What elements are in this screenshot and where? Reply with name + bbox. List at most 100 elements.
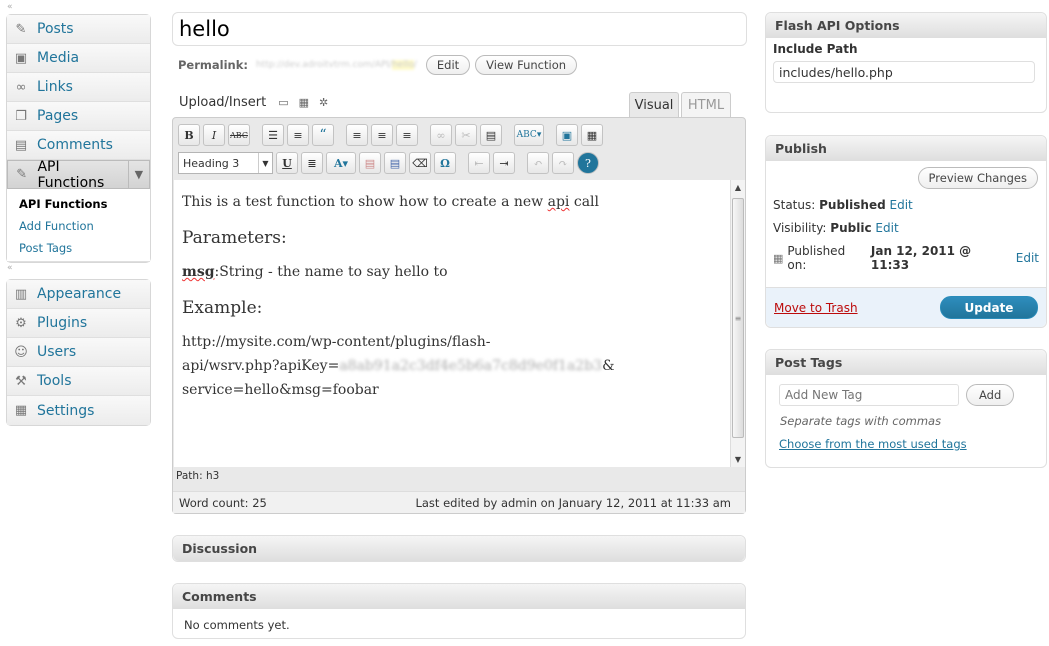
menu-item-comments[interactable]: ▤ Comments xyxy=(7,131,150,160)
comments-title[interactable]: Comments xyxy=(173,584,745,609)
menu-item-media[interactable]: ▣ Media xyxy=(7,44,150,73)
editor-scrollbar[interactable]: ▲ ≡ ▼ xyxy=(730,180,745,467)
menu-item-pages[interactable]: ❐ Pages xyxy=(7,102,150,131)
submenu-toggle-icon[interactable]: ▼ xyxy=(127,161,149,188)
help-icon[interactable]: ? xyxy=(577,152,599,174)
blockquote-icon[interactable]: “ xyxy=(312,124,334,146)
post-tags-title[interactable]: Post Tags xyxy=(766,350,1046,375)
submenu-api-functions: API Functions Add Function Post Tags xyxy=(7,189,150,262)
choose-tags-link[interactable]: Choose from the most used tags xyxy=(766,428,1046,451)
view-function-button[interactable]: View Function xyxy=(475,55,578,75)
submenu-item-add-function[interactable]: Add Function xyxy=(7,215,150,237)
edit-permalink-button[interactable]: Edit xyxy=(425,55,471,75)
add-tag-input[interactable] xyxy=(779,384,959,406)
discussion-title[interactable]: Discussion xyxy=(173,536,745,561)
undo-icon[interactable]: ↶ xyxy=(527,152,549,174)
strikethrough-icon[interactable]: ABC xyxy=(228,124,250,146)
permalink-url[interactable]: http://dev.adroitvtrm.com/API/hello/ xyxy=(256,60,417,70)
content-example-url: http://mysite.com/wp-content/plugins/fla… xyxy=(182,330,723,402)
scroll-down-icon[interactable]: ▼ xyxy=(731,452,745,467)
menu-item-settings[interactable]: ▦ Settings xyxy=(7,396,150,425)
underline-icon[interactable]: U xyxy=(276,152,298,174)
flash-api-title[interactable]: Flash API Options xyxy=(766,13,1046,38)
link-icon[interactable]: ∞ xyxy=(430,124,452,146)
url-line-1: http://mysite.com/wp-content/plugins/fla… xyxy=(182,334,491,350)
special-char-icon[interactable]: Ω xyxy=(434,152,456,174)
upload-insert-row: Upload/Insert ▭ ▦ ✲ xyxy=(179,95,328,110)
preview-changes-button[interactable]: Preview Changes xyxy=(917,167,1038,189)
paste-text-icon[interactable]: ▤ xyxy=(359,152,381,174)
remove-format-icon[interactable]: ⌫ xyxy=(409,152,431,174)
align-center-icon[interactable]: ≡ xyxy=(371,124,393,146)
comments-box: Comments No comments yet. xyxy=(172,583,746,639)
menu-item-plugins[interactable]: ⚙ Plugins xyxy=(7,309,150,338)
add-media-icon[interactable]: ✲ xyxy=(319,96,328,109)
post-tags-box: Post Tags Add Separate tags with commas … xyxy=(765,349,1047,468)
status-edit-link[interactable]: Edit xyxy=(890,198,913,212)
justify-icon[interactable]: ≣ xyxy=(301,152,323,174)
bullet-list-icon[interactable]: ☰ xyxy=(262,124,284,146)
align-left-icon[interactable]: ≡ xyxy=(346,124,368,146)
visibility-edit-link[interactable]: Edit xyxy=(875,221,898,235)
format-select[interactable]: Heading 3 ▼ xyxy=(178,152,273,174)
upload-insert-label: Upload/Insert xyxy=(179,95,267,110)
redo-icon[interactable]: ↷ xyxy=(552,152,574,174)
indent-icon[interactable]: ⇥ xyxy=(493,152,515,174)
add-video-icon[interactable]: ▦ xyxy=(299,96,309,109)
add-tag-button[interactable]: Add xyxy=(966,384,1015,406)
scroll-thumb[interactable]: ≡ xyxy=(732,198,744,438)
content-param: msg:String - the name to say hello to xyxy=(182,260,723,284)
menu-item-links[interactable]: ∞ Links xyxy=(7,73,150,102)
format-select-value: Heading 3 xyxy=(183,156,240,170)
menu-collapse-arrow[interactable]: « xyxy=(7,3,13,12)
menu-label: Plugins xyxy=(37,315,88,331)
menu-item-posts[interactable]: ✎ Posts xyxy=(7,15,150,44)
unlink-icon[interactable]: ✂ xyxy=(455,124,477,146)
align-right-icon[interactable]: ≡ xyxy=(396,124,418,146)
menu-item-users[interactable]: ☺ Users xyxy=(7,338,150,367)
kitchen-sink-icon[interactable]: ▦ xyxy=(581,124,603,146)
bold-icon[interactable]: B xyxy=(178,124,200,146)
include-path-input[interactable]: includes/hello.php xyxy=(773,61,1035,83)
toolbar-row-2: Heading 3 ▼ U ≣ A▾ ▤ ▤ ⌫ Ω ⇤ ⇥ ↶ ↷ ? xyxy=(178,151,599,175)
editor-content[interactable]: This is a test function to show how to c… xyxy=(174,180,731,467)
intro-text: This is a test function to show how to c… xyxy=(182,194,548,210)
heading-example: Example: xyxy=(182,298,263,318)
menu-label: Pages xyxy=(37,108,79,124)
menu-label: Tools xyxy=(37,373,72,389)
paste-word-icon[interactable]: ▤ xyxy=(384,152,406,174)
fullscreen-icon[interactable]: ▣ xyxy=(556,124,578,146)
tab-html[interactable]: HTML xyxy=(681,92,731,118)
numbered-list-icon[interactable]: ≡ xyxy=(287,124,309,146)
spellcheck-icon[interactable]: ABC▾ xyxy=(514,124,544,146)
published-edit-link[interactable]: Edit xyxy=(1016,251,1039,265)
comments-empty: No comments yet. xyxy=(184,618,290,632)
tab-visual[interactable]: Visual xyxy=(629,92,679,118)
publish-title[interactable]: Publish xyxy=(766,136,1046,161)
menu-label: API Functions xyxy=(37,158,105,191)
move-to-trash-link[interactable]: Move to Trash xyxy=(774,301,858,315)
italic-icon[interactable]: I xyxy=(203,124,225,146)
menu-separator-arrow[interactable]: « xyxy=(7,264,13,273)
outdent-icon[interactable]: ⇤ xyxy=(468,152,490,174)
menu-item-tools[interactable]: ⚒ Tools xyxy=(7,367,150,396)
submenu-item-api-functions[interactable]: API Functions xyxy=(7,193,150,215)
add-image-icon[interactable]: ▭ xyxy=(278,96,288,109)
update-button[interactable]: Update xyxy=(940,296,1038,319)
submenu-item-post-tags[interactable]: Post Tags xyxy=(7,237,150,259)
post-title-input[interactable]: hello xyxy=(172,12,747,46)
api-key-blurred: a8ab91a2c3df4e5b6a7c8d9e0f1a2b3 xyxy=(339,358,603,374)
url-line-2-end: & xyxy=(602,358,615,374)
visibility-label: Visibility: xyxy=(773,221,827,235)
insert-more-icon[interactable]: ▤ xyxy=(480,124,502,146)
published-row: ▦ Published on: Jan 12, 2011 @ 11:33 Edi… xyxy=(766,235,1046,272)
menu-item-appearance[interactable]: ▥ Appearance xyxy=(7,280,150,309)
last-edited: Last edited by admin on January 12, 2011… xyxy=(415,495,731,510)
editor-path: Path: h3 xyxy=(176,470,220,482)
discussion-box[interactable]: Discussion xyxy=(172,535,746,562)
scroll-up-icon[interactable]: ▲ xyxy=(731,180,745,195)
publish-actions: Move to Trash Update xyxy=(766,287,1046,327)
pushpin-icon: ✎ xyxy=(16,167,28,182)
menu-item-api-functions[interactable]: ✎ API Functions ▼ xyxy=(7,158,150,191)
text-color-icon[interactable]: A▾ xyxy=(326,152,356,174)
